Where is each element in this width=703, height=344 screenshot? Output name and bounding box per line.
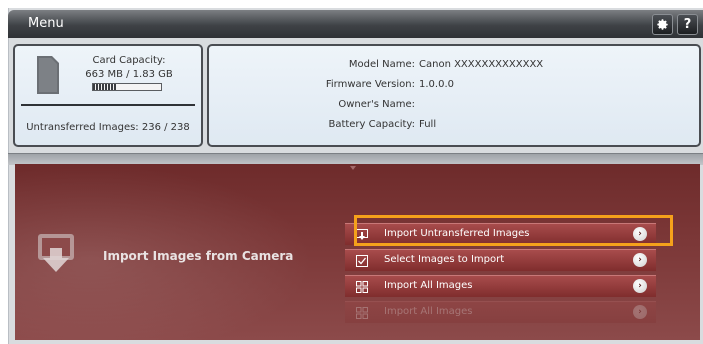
card-divider	[21, 104, 195, 106]
firmware-version-label: Firmware Version:	[325, 79, 415, 90]
model-name-value: Canon XXXXXXXXXXXXX	[419, 59, 544, 70]
owner-name-label: Owner's Name:	[338, 99, 415, 110]
settings-button[interactable]	[652, 14, 673, 35]
import-option-reflection: Import All Images ›	[345, 301, 656, 323]
select-images-label: Select Images to Import	[384, 254, 505, 265]
grid-icon	[356, 307, 368, 319]
untransferred-images-count: Untransferred Images: 236 / 238	[26, 122, 190, 133]
model-name-row: Model Name: Canon XXXXXXXXXXXXX	[209, 59, 689, 73]
select-images-button[interactable]: Select Images to Import ›	[345, 249, 656, 271]
grid-icon	[356, 281, 368, 293]
firmware-version-value: 1.0.0.0	[419, 79, 454, 90]
model-name-label: Model Name:	[348, 59, 415, 70]
import-all-button[interactable]: Import All Images ›	[345, 275, 656, 297]
memory-card-icon	[37, 56, 59, 94]
selection-highlight	[354, 215, 673, 246]
owner-name-row: Owner's Name:	[209, 99, 689, 113]
import-all-label: Import All Images	[384, 280, 473, 291]
import-option-reflection-label: Import All Images	[384, 306, 473, 317]
firmware-version-row: Firmware Version: 1.0.0.0	[209, 79, 689, 93]
battery-capacity-row: Battery Capacity: Full	[209, 119, 689, 133]
card-capacity-label: Card Capacity:	[92, 55, 166, 66]
title-bar: Menu ?	[8, 10, 703, 38]
camera-info-panel: Model Name: Canon XXXXXXXXXXXXX Firmware…	[207, 44, 701, 147]
chevron-right-icon: ›	[633, 253, 647, 267]
help-icon: ?	[683, 17, 692, 32]
card-capacity-bar-fill	[93, 84, 117, 90]
import-download-icon	[38, 234, 74, 272]
card-capacity-value: 663 MB / 1.83 GB	[85, 69, 173, 80]
chevron-right-icon: ›	[633, 305, 647, 319]
gear-icon	[657, 19, 668, 30]
menu-title: Menu	[28, 16, 64, 31]
collapse-indicator-icon	[350, 166, 356, 170]
battery-capacity-value: Full	[419, 119, 437, 130]
card-capacity-bar	[92, 83, 162, 91]
checkbox-icon	[356, 255, 368, 267]
card-capacity-panel: Card Capacity: 663 MB / 1.83 GB Untransf…	[13, 44, 203, 147]
import-title: Import Images from Camera	[103, 249, 294, 263]
battery-capacity-label: Battery Capacity:	[328, 119, 415, 130]
help-button[interactable]: ?	[677, 14, 698, 35]
chevron-right-icon: ›	[633, 279, 647, 293]
